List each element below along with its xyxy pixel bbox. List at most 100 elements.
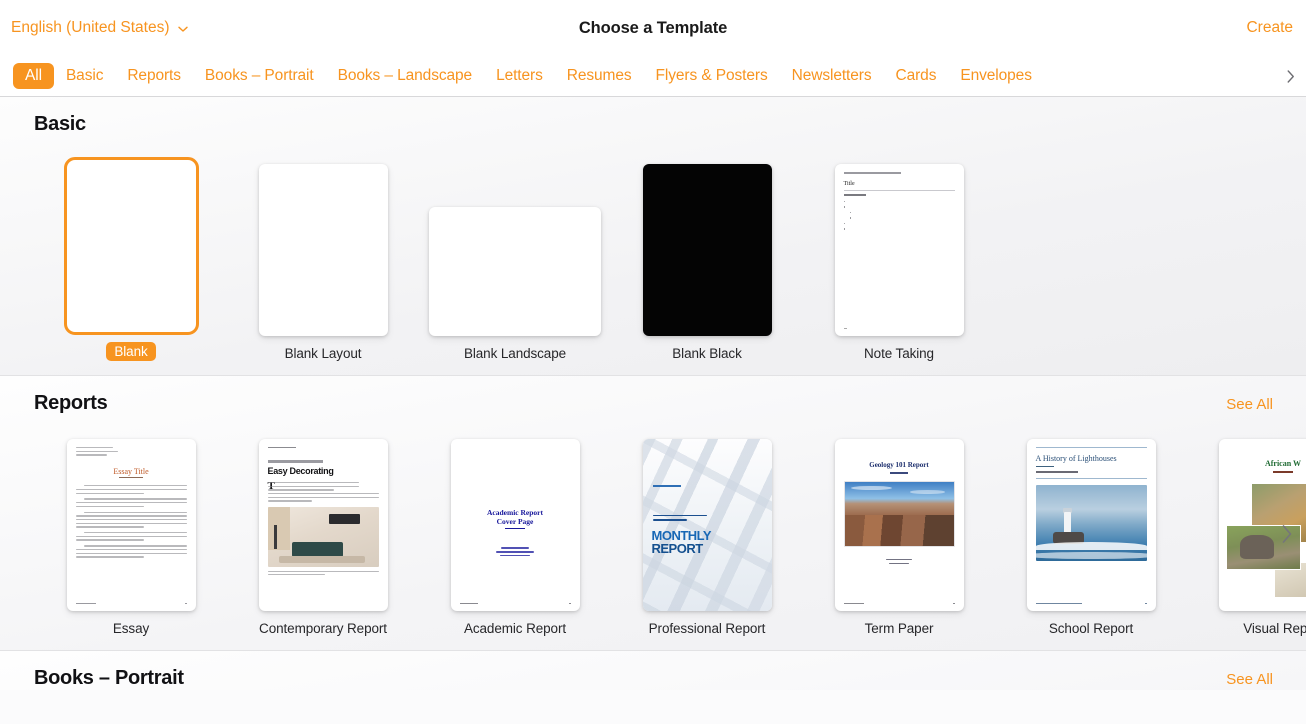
template-label-blank-layout: Blank Layout — [284, 346, 362, 361]
academic-title-line-2: Cover Page — [496, 516, 534, 526]
school-report-photo — [1035, 484, 1147, 561]
tab-all[interactable]: All — [13, 63, 54, 89]
academic-subtitle-line — [504, 527, 526, 530]
section-basic-title: Basic — [34, 113, 86, 135]
essay-paragraph — [75, 485, 187, 494]
template-label-contemporary-report: Contemporary Report — [259, 621, 387, 636]
contemporary-title-text: Easy Decorating — [267, 465, 334, 476]
template-tile-school-report[interactable]: A History of Lighthouses School Report — [995, 431, 1187, 636]
academic-title-block: Academic Report Cover Page — [451, 508, 580, 530]
thumbnail-content: Easy Decorating T — [259, 439, 388, 611]
term-paper-photo — [843, 480, 955, 547]
template-tile-term-paper[interactable]: Geology 101 Report Term Paper — [803, 431, 995, 636]
section-books-portrait-see-all[interactable]: See All — [1226, 671, 1273, 688]
tab-resumes[interactable]: Resumes — [555, 63, 644, 89]
tab-books-landscape[interactable]: Books – Landscape — [326, 63, 484, 89]
thumbnail-content: Academic Report Cover Page — [451, 439, 580, 611]
template-label-professional-report: Professional Report — [648, 621, 766, 636]
tab-books-portrait[interactable]: Books – Portrait — [193, 63, 326, 89]
section-reports-title: Reports — [34, 392, 108, 414]
tab-flyers-posters[interactable]: Flyers & Posters — [644, 63, 780, 89]
template-thumbnail-school-report[interactable]: A History of Lighthouses — [1026, 439, 1156, 611]
professional-date-line — [652, 485, 681, 488]
essay-footer — [75, 602, 187, 604]
contemporary-overline — [267, 460, 323, 463]
template-label-blank: Blank — [106, 342, 156, 361]
section-basic-row: Blank Blank Layout Blank Landscape Blank… — [0, 152, 1306, 361]
tabs-scroll-right-button[interactable] — [1280, 64, 1300, 88]
contemporary-caption — [267, 570, 379, 576]
thumbnail-content: Essay Title — [67, 439, 196, 611]
section-reports: Reports See All Essay Title Essay Easy D… — [0, 376, 1306, 651]
template-thumbnail-essay[interactable]: Essay Title — [66, 439, 196, 611]
template-tile-academic-report[interactable]: Academic Report Cover Page Academic Repo… — [419, 431, 611, 636]
thumbnail-wrap: Essay Title — [66, 431, 196, 611]
template-thumbnail-note-taking[interactable]: Title — [834, 164, 964, 336]
thumbnail-wrap — [642, 156, 772, 336]
thumbnail-content: Geology 101 Report — [835, 439, 964, 611]
school-report-subtitle-line — [1035, 465, 1055, 468]
professional-background-photo — [642, 439, 772, 611]
template-label-term-paper: Term Paper — [864, 621, 934, 636]
visual-report-subtitle-line — [1273, 471, 1293, 473]
tab-cards[interactable]: Cards — [884, 63, 949, 89]
academic-meta-block — [451, 547, 580, 558]
school-report-footer — [1035, 602, 1147, 604]
tab-letters[interactable]: Letters — [484, 63, 555, 89]
section-books-portrait-title: Books – Portrait — [34, 667, 184, 689]
thumbnail-wrap: Title — [834, 156, 964, 336]
template-thumbnail-blank-landscape[interactable] — [429, 207, 601, 336]
template-thumbnail-term-paper[interactable]: Geology 101 Report — [834, 439, 964, 611]
tab-newsletters[interactable]: Newsletters — [780, 63, 884, 89]
tab-envelopes[interactable]: Envelopes — [948, 63, 1043, 89]
page-title: Choose a Template — [578, 18, 728, 37]
template-thumbnail-blank-black[interactable] — [642, 164, 772, 336]
academic-title-line-1: Academic Report — [486, 507, 544, 517]
template-tile-blank-layout[interactable]: Blank Layout — [227, 156, 419, 361]
thumbnail-wrap: MONTHLY REPORT — [642, 431, 772, 611]
template-thumbnail-blank[interactable] — [63, 157, 199, 335]
create-button[interactable]: Create — [1246, 19, 1293, 37]
thumbnail-wrap — [258, 156, 388, 336]
thumbnail-wrap — [429, 156, 601, 336]
essay-title-text: Essay Title — [113, 466, 149, 476]
template-thumbnail-blank-layout[interactable] — [258, 164, 388, 336]
template-tile-note-taking[interactable]: Title Note Taking — [803, 156, 995, 361]
section-basic: Basic Blank Blank Layout Blank Landscape… — [0, 97, 1306, 376]
template-tile-blank-black[interactable]: Blank Black — [611, 156, 803, 361]
essay-paragraph — [75, 498, 187, 508]
thumbnail-content: A History of Lighthouses — [1027, 439, 1156, 611]
term-paper-subtitle-line — [889, 472, 909, 474]
note-footer-mark — [843, 327, 847, 329]
contemporary-body: T — [267, 480, 379, 502]
template-thumbnail-contemporary-report[interactable]: Easy Decorating T — [258, 439, 388, 611]
note-bullet-list — [843, 200, 955, 230]
section-books-portrait-header: Books – Portrait See All — [0, 667, 1306, 690]
template-scroll-area[interactable]: Basic Blank Blank Layout Blank Landscape… — [0, 97, 1306, 724]
template-label-academic-report: Academic Report — [463, 621, 567, 636]
category-tab-bar: All Basic Reports Books – Portrait Books – L… — [0, 56, 1306, 97]
template-tile-professional-report[interactable]: MONTHLY REPORT Professional Report — [611, 431, 803, 636]
choose-template-window: English (United States) Choose a Templat… — [0, 0, 1306, 724]
template-tile-essay[interactable]: Essay Title Essay — [35, 431, 227, 636]
tab-basic[interactable]: Basic — [54, 63, 115, 89]
section-basic-header: Basic — [0, 113, 1306, 136]
template-tile-contemporary-report[interactable]: Easy Decorating T — [227, 431, 419, 636]
essay-paragraph — [75, 545, 187, 558]
template-label-blank-landscape: Blank Landscape — [463, 346, 567, 361]
template-thumbnail-academic-report[interactable]: Academic Report Cover Page — [450, 439, 580, 611]
note-rule — [843, 189, 955, 191]
tab-reports[interactable]: Reports — [115, 63, 193, 89]
essay-header-lines — [75, 447, 187, 456]
term-paper-title-text: Geology 101 Report — [869, 461, 929, 469]
template-tile-blank-landscape[interactable]: Blank Landscape — [419, 156, 611, 361]
note-title-text: Title — [843, 180, 855, 187]
thumbnail-wrap — [63, 152, 199, 335]
template-tile-blank[interactable]: Blank — [35, 152, 227, 361]
template-thumbnail-professional-report[interactable]: MONTHLY REPORT — [642, 439, 772, 611]
template-label-blank-black: Blank Black — [672, 346, 742, 361]
section-reports-see-all[interactable]: See All — [1226, 396, 1273, 413]
visual-report-title-text: African W — [1264, 459, 1302, 468]
professional-subtitle-lines — [652, 514, 707, 523]
reports-scroll-right-button[interactable] — [1276, 519, 1298, 549]
